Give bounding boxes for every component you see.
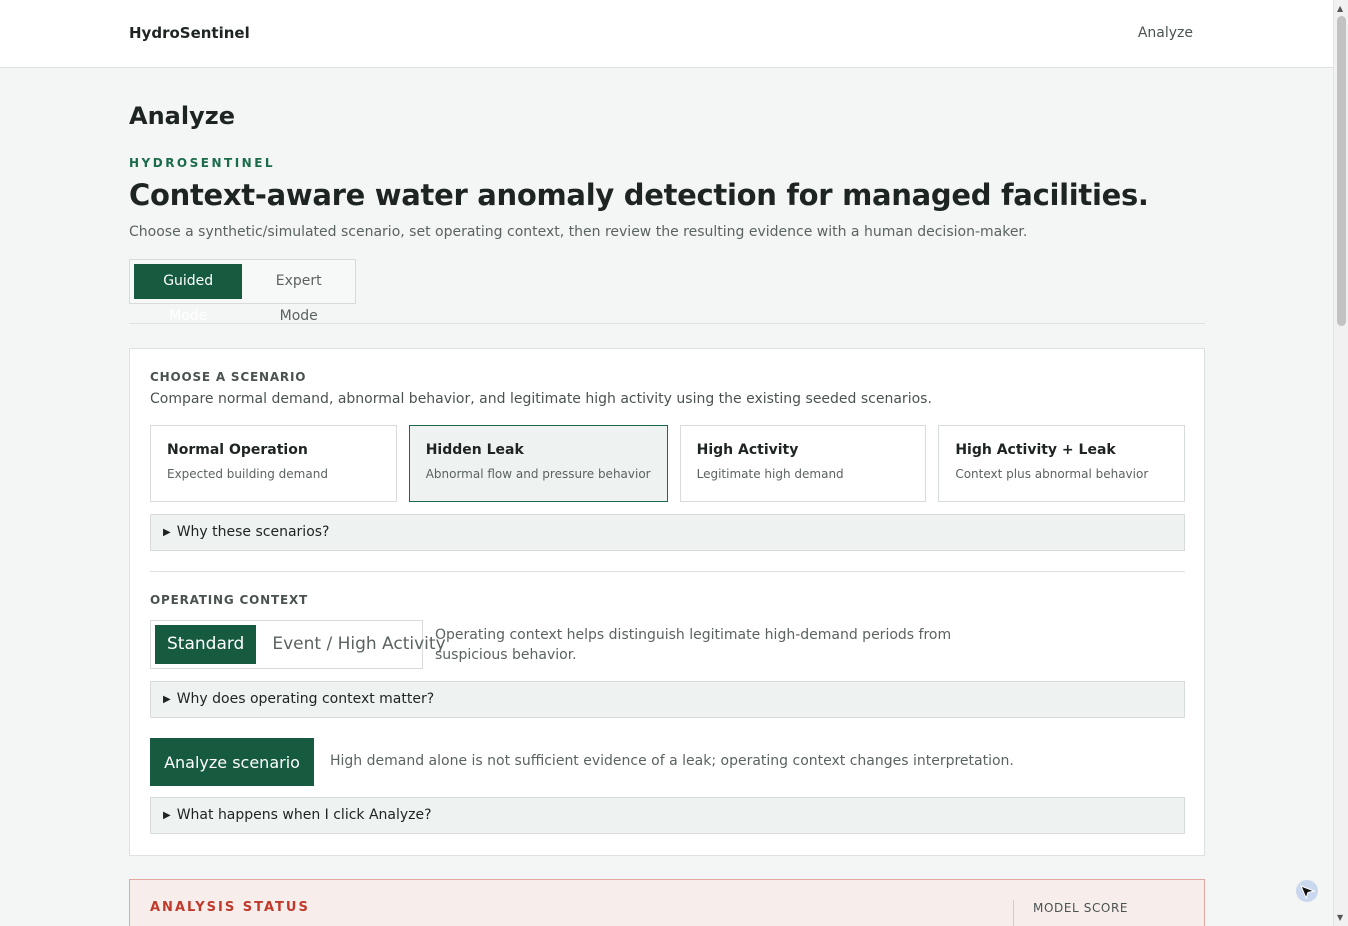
hero-headline: Context-aware water anomaly detection fo… (129, 178, 1149, 212)
why-context-disclosure[interactable]: ▶ Why does operating context matter? (150, 681, 1185, 718)
section-divider (129, 323, 1205, 324)
scroll-up-icon[interactable]: ▲ (1337, 4, 1343, 13)
context-help-text: Operating context helps distinguish legi… (435, 627, 952, 663)
scenario-options: Normal Operation Expected building deman… (150, 425, 1185, 502)
nav-link-analyze[interactable]: Analyze (1138, 25, 1193, 41)
analyze-help-text: High demand alone is not sufficient evid… (330, 753, 1014, 769)
scenario-subtitle: Legitimate high demand (696, 467, 844, 481)
what-happens-disclosure[interactable]: ▶ What happens when I click Analyze? (150, 797, 1185, 834)
page-title: Analyze (129, 102, 235, 130)
context-standard-button[interactable]: Standard (155, 625, 257, 664)
scenario-title: High Activity + Leak (955, 442, 1116, 458)
triangle-right-icon: ▶ (163, 694, 171, 705)
pointer-cursor-icon (1296, 880, 1318, 902)
scenario-hidden-leak[interactable]: Hidden Leak Abnormal flow and pressure b… (408, 425, 668, 502)
scenario-normal-operation[interactable]: Normal Operation Expected building deman… (150, 425, 397, 502)
analyze-scenario-button[interactable]: Analyze scenario (150, 738, 314, 786)
guided-mode-button[interactable]: Guided Mode (134, 264, 243, 324)
scenario-title: High Activity (696, 442, 799, 458)
expert-mode-button[interactable]: Expert Mode (246, 264, 351, 324)
scenario-title: Normal Operation (167, 442, 308, 458)
scenario-subtitle: Context plus abnormal behavior (955, 467, 1149, 481)
analysis-status-panel: ANALYSIS STATUS MODEL SCORE (129, 879, 1205, 926)
hero-description: Choose a synthetic/simulated scenario, s… (129, 224, 1028, 240)
context-event-button[interactable]: Event / High Activity (260, 625, 457, 664)
why-scenarios-disclosure[interactable]: ▶ Why these scenarios? (150, 514, 1185, 551)
analysis-setup-card: CHOOSE A SCENARIO Compare normal demand,… (129, 348, 1205, 856)
disclosure-label: Why these scenarios? (176, 524, 330, 540)
mode-toggle: Guided Mode Expert Mode (129, 259, 356, 324)
section-divider (150, 571, 1185, 572)
disclosure-label: What happens when I click Analyze? (176, 807, 432, 823)
analysis-status-label: ANALYSIS STATUS (150, 900, 310, 915)
triangle-right-icon: ▶ (163, 810, 171, 821)
scenario-high-activity-leak[interactable]: High Activity + Leak Context plus abnorm… (938, 425, 1185, 502)
scenario-section-label: CHOOSE A SCENARIO (150, 370, 307, 384)
eyebrow-label: HYDROSENTINEL (129, 156, 276, 170)
model-score-label: MODEL SCORE (1033, 901, 1129, 915)
scenario-high-activity[interactable]: High Activity Legitimate high demand (679, 425, 927, 502)
scenario-section-description: Compare normal demand, abnormal behavior… (150, 391, 932, 407)
scenario-subtitle: Expected building demand (167, 467, 328, 481)
scroll-thumb[interactable] (1337, 16, 1346, 326)
scenario-subtitle: Abnormal flow and pressure behavior (425, 467, 651, 481)
disclosure-label: Why does operating context matter? (176, 691, 435, 707)
context-section-label: OPERATING CONTEXT (150, 593, 308, 607)
brand-logo[interactable]: HydroSentinel (129, 24, 250, 42)
scroll-down-icon[interactable]: ▼ (1337, 913, 1343, 922)
triangle-right-icon: ▶ (163, 527, 171, 538)
page-scrollbar[interactable]: ▲ ▼ (1333, 0, 1348, 926)
top-nav-bar: HydroSentinel Analyze (0, 0, 1333, 68)
context-toggle: Standard Event / High Activity (150, 620, 446, 669)
scenario-title: Hidden Leak (425, 442, 524, 458)
status-divider (1013, 900, 1014, 926)
